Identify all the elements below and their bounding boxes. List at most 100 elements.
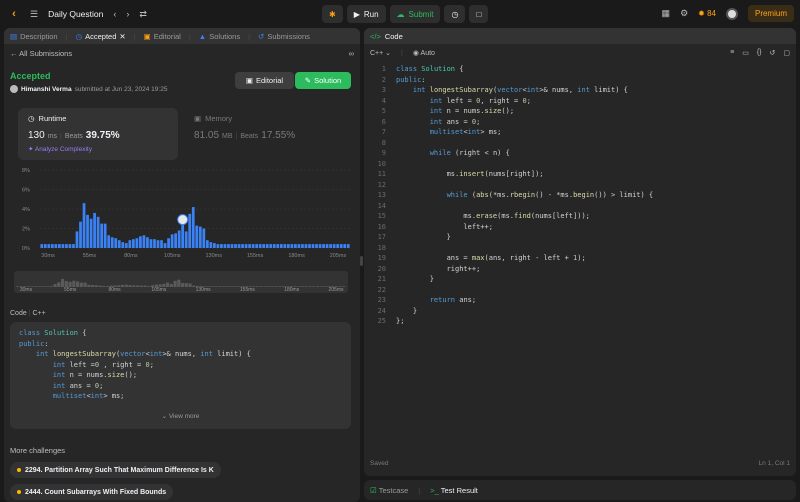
distribution-bar[interactable] xyxy=(244,244,248,248)
list-icon[interactable]: ☰ xyxy=(30,9,38,20)
prev-problem-icon[interactable]: ‹ xyxy=(113,9,116,19)
distribution-bar[interactable] xyxy=(131,239,135,248)
distribution-bar[interactable] xyxy=(163,243,167,248)
code-line[interactable]: } xyxy=(396,306,417,317)
distribution-bar[interactable] xyxy=(322,244,325,248)
challenge-item[interactable]: 2444. Count Subarrays With Fixed Bounds xyxy=(10,484,174,500)
auto-save-toggle[interactable]: ◉ Auto xyxy=(413,49,435,57)
distribution-bar[interactable] xyxy=(202,228,206,249)
your-submission-marker[interactable] xyxy=(177,214,189,226)
distribution-bar[interactable] xyxy=(205,240,209,248)
distribution-bar[interactable] xyxy=(286,244,290,248)
distribution-bar[interactable] xyxy=(304,244,308,248)
tab-editorial[interactable]: ▣ Editorial xyxy=(144,32,181,41)
distribution-bar[interactable] xyxy=(234,244,237,248)
distribution-bar[interactable] xyxy=(47,244,51,248)
view-more-button[interactable]: ⌄ View more xyxy=(10,412,351,426)
code-line[interactable]: right++; xyxy=(396,264,481,275)
distribution-bar[interactable] xyxy=(43,244,47,248)
distribution-bar[interactable] xyxy=(124,243,128,248)
distribution-bar[interactable] xyxy=(336,244,340,248)
distribution-bar[interactable] xyxy=(308,244,311,248)
distribution-bar[interactable] xyxy=(139,236,142,248)
tab-description[interactable]: ▤ Description xyxy=(10,32,58,41)
layout-icon[interactable]: ▦ xyxy=(662,8,671,19)
distribution-bar[interactable] xyxy=(188,213,192,248)
distribution-bar[interactable] xyxy=(343,244,347,248)
distribution-bar[interactable] xyxy=(195,225,199,248)
distribution-bar[interactable] xyxy=(103,223,107,248)
analyze-complexity-link[interactable]: ✦ Analyze Complexity xyxy=(28,145,168,153)
distribution-bar[interactable] xyxy=(58,244,61,248)
distribution-bar[interactable] xyxy=(248,244,251,248)
distribution-bar[interactable] xyxy=(96,216,100,248)
gear-icon[interactable]: ⚙ xyxy=(680,8,688,19)
code-line[interactable]: } xyxy=(396,232,451,243)
distribution-bar[interactable] xyxy=(146,237,149,248)
solution-button[interactable]: ✎ Solution xyxy=(295,72,351,89)
tab-accepted[interactable]: ◷ Accepted ✕ xyxy=(76,32,126,41)
distribution-bar[interactable] xyxy=(325,244,329,248)
distribution-bar[interactable] xyxy=(68,244,72,248)
code-line[interactable]: int longestSubarray(vector<int>& nums, i… xyxy=(396,85,628,96)
distribution-bar[interactable] xyxy=(89,218,93,248)
distribution-bar[interactable] xyxy=(86,214,89,248)
distribution-bar[interactable] xyxy=(227,244,230,248)
editorial-button[interactable]: ▣ Editorial xyxy=(235,72,294,89)
distribution-bar[interactable] xyxy=(191,207,195,248)
tab-test-result[interactable]: >_ Test Result xyxy=(430,486,478,495)
distribution-bar[interactable] xyxy=(220,244,223,248)
link-icon[interactable]: ∞ xyxy=(349,49,354,58)
notes-button[interactable]: □ xyxy=(469,5,489,23)
tab-code[interactable]: Code xyxy=(385,32,403,41)
distribution-bar[interactable] xyxy=(223,244,227,248)
runtime-distribution-chart[interactable]: 8% 6% 4% 2% 0% 30ms 55ms 80ms 105ms 130ms 155ms 180… xyxy=(10,164,354,258)
author-name[interactable]: Himanshi Verma xyxy=(21,86,72,93)
distribution-bar[interactable] xyxy=(72,244,75,248)
shuffle-icon[interactable]: ⇄ xyxy=(139,9,147,20)
distribution-bar[interactable] xyxy=(237,244,241,248)
distribution-bar[interactable] xyxy=(82,203,86,248)
distribution-bar[interactable] xyxy=(255,244,259,248)
distribution-bar[interactable] xyxy=(174,233,177,248)
distribution-bar[interactable] xyxy=(230,244,234,248)
distribution-bar[interactable] xyxy=(283,244,287,248)
code-line[interactable]: ms.erase(ms.find(nums[left])); xyxy=(396,211,589,222)
code-line[interactable]: multiset<int> ms; xyxy=(396,127,502,138)
avatar[interactable] xyxy=(725,7,738,20)
distribution-bar[interactable] xyxy=(114,238,118,248)
distribution-bar[interactable] xyxy=(265,244,269,248)
runtime-card[interactable]: ◷ Runtime 130 ms | Beats 39.75% ✦ Analyze Com… xyxy=(18,108,178,160)
premium-button[interactable]: Premium xyxy=(747,5,794,22)
distribution-bar[interactable] xyxy=(75,231,79,248)
code-line[interactable]: int n = nums.size(); xyxy=(396,106,514,117)
code-line[interactable]: } xyxy=(396,274,434,285)
code-line[interactable]: int left = 0, right = 0; xyxy=(396,96,531,107)
distribution-bar[interactable] xyxy=(93,212,96,248)
code-line[interactable]: int ans = 0; xyxy=(396,117,481,128)
distribution-bar[interactable] xyxy=(167,238,170,248)
reset-icon[interactable]: ↺ xyxy=(770,49,776,57)
distribution-bar[interactable] xyxy=(107,235,111,248)
distribution-bar[interactable] xyxy=(156,240,160,248)
code-line[interactable]: ans = max(ans, right - left + 1); xyxy=(396,253,586,264)
distribution-bar[interactable] xyxy=(110,237,114,248)
distribution-bar[interactable] xyxy=(318,244,322,248)
distribution-bar[interactable] xyxy=(177,230,181,248)
debug-button[interactable]: ✱ xyxy=(322,5,343,23)
language-select[interactable]: C++ ⌄ xyxy=(370,49,391,57)
distribution-bar[interactable] xyxy=(290,244,294,248)
distribution-bar[interactable] xyxy=(241,244,244,248)
runtime-range-slider[interactable]: 30ms 55ms 80ms 105ms 130ms 155ms 180ms 205ms xyxy=(14,271,348,293)
braces-icon[interactable]: {} xyxy=(757,49,762,57)
tab-testcase[interactable]: ☑ Testcase xyxy=(370,486,408,495)
streak-counter[interactable]: ✹ 84 xyxy=(698,9,716,18)
distribution-bar[interactable] xyxy=(135,238,139,248)
distribution-bar[interactable] xyxy=(153,239,156,248)
code-line[interactable]: ms.insert(nums[right]); xyxy=(396,169,544,180)
distribution-bar[interactable] xyxy=(339,244,343,248)
distribution-bar[interactable] xyxy=(170,234,174,248)
distribution-bar[interactable] xyxy=(262,244,266,248)
code-line[interactable]: public: xyxy=(396,75,426,86)
distribution-bar[interactable] xyxy=(279,244,283,248)
